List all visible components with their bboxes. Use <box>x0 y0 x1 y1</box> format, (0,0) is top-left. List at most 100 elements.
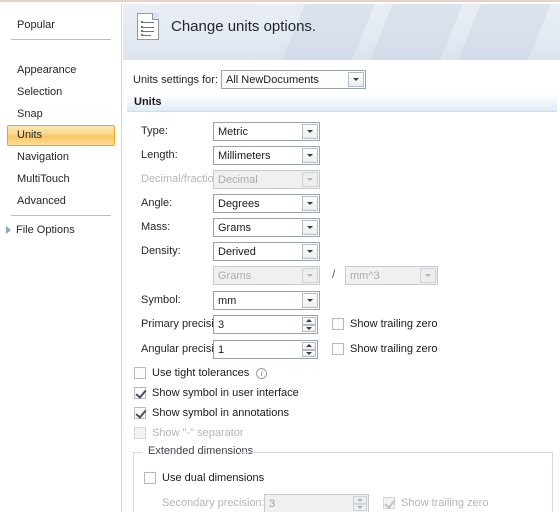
sidebar-item-selection[interactable]: Selection <box>0 81 121 103</box>
page-header: Change units options. <box>123 4 560 60</box>
length-label: Length: <box>141 149 178 161</box>
stepper-up-icon[interactable] <box>302 317 316 325</box>
sidebar-item-popular[interactable]: Popular <box>0 14 121 36</box>
tight-tolerances-checkbox[interactable]: Use tight tolerances i <box>134 367 268 379</box>
checkbox-box[interactable] <box>332 318 344 330</box>
primary-trailing-zero-label: Show trailing zero <box>350 318 438 330</box>
stepper-buttons[interactable] <box>302 342 316 357</box>
length-dropdown[interactable]: Millimeters <box>213 146 320 165</box>
sidebar-item-label: Popular <box>17 19 55 31</box>
chevron-down-icon[interactable] <box>302 220 318 235</box>
angle-label: Angle: <box>141 197 173 209</box>
group-border-line <box>237 452 552 453</box>
sidebar-top-group: Popular Appearance Selection Snap Units … <box>0 4 121 241</box>
density-numerator-value: Grams <box>218 269 251 282</box>
primary-trailing-zero-checkbox[interactable]: Show trailing zero <box>332 318 437 330</box>
density-label: Density: <box>141 245 181 257</box>
extended-dimensions-group: Extended dimensions Use dual dimensions … <box>133 445 553 512</box>
checkbox-box[interactable] <box>332 343 344 355</box>
chevron-down-icon[interactable] <box>302 244 318 259</box>
extended-dimensions-title: Extended dimensions <box>144 445 258 457</box>
density-dropdown[interactable]: Derived <box>213 242 320 261</box>
angular-precision-stepper[interactable]: 1 <box>213 340 318 359</box>
secondary-trailing-zero-label: Show trailing zero <box>401 497 489 509</box>
sidebar-item-label: Units <box>17 129 43 141</box>
chevron-down-icon[interactable] <box>302 293 318 308</box>
checkbox-box[interactable] <box>134 367 146 379</box>
show-symbol-annotations-checkbox[interactable]: Show symbol in annotations <box>134 407 289 419</box>
decimal-fraction-dropdown: Decimal <box>213 170 320 189</box>
stepper-down-icon[interactable] <box>302 324 316 332</box>
secondary-precision-stepper: 3 <box>264 494 369 512</box>
info-circle-icon[interactable]: i <box>256 367 268 379</box>
header-chevron-decor <box>358 4 474 60</box>
primary-precision-value: 3 <box>218 318 225 331</box>
units-settings-for-label: Units settings for: <box>133 73 218 86</box>
document-lines-icon <box>137 13 159 40</box>
sidebar-item-label: Navigation <box>17 151 69 163</box>
type-value: Metric <box>218 125 248 138</box>
stepper-down-icon <box>353 503 367 511</box>
primary-precision-stepper[interactable]: 3 <box>213 315 318 334</box>
secondary-trailing-zero-checkbox: Show trailing zero <box>383 497 488 509</box>
tight-tolerances-label: Use tight tolerances <box>152 367 250 379</box>
checkbox-box <box>134 427 146 439</box>
use-dual-dimensions-label: Use dual dimensions <box>162 472 265 484</box>
sidebar-item-units[interactable]: Units <box>7 125 115 146</box>
chevron-down-icon <box>302 268 318 283</box>
angular-trailing-zero-checkbox[interactable]: Show trailing zero <box>332 343 437 355</box>
chevron-down-icon[interactable] <box>302 148 318 163</box>
symbol-value: mm <box>218 294 237 307</box>
decimal-fraction-label: Decimal/fraction: <box>141 173 223 185</box>
sidebar-item-navigation[interactable]: Navigation <box>0 146 121 168</box>
mass-value: Grams <box>218 221 251 234</box>
checkbox-box[interactable] <box>144 472 156 484</box>
use-dual-dimensions-checkbox[interactable]: Use dual dimensions <box>144 472 264 484</box>
sidebar-item-appearance[interactable]: Appearance <box>0 59 121 81</box>
secondary-precision-value: 3 <box>269 497 276 510</box>
density-value: Derived <box>218 245 256 258</box>
units-settings-for-dropdown[interactable]: All NewDocuments <box>221 70 366 89</box>
stepper-buttons[interactable] <box>302 317 316 332</box>
show-symbol-annotations-label: Show symbol in annotations <box>152 407 289 419</box>
units-settings-for-value: All NewDocuments <box>226 73 319 86</box>
stepper-buttons <box>353 496 367 511</box>
stepper-up-icon[interactable] <box>302 342 316 350</box>
options-content-pane: Units settings for: All NewDocuments Uni… <box>123 60 560 512</box>
stepper-up-icon <box>353 496 367 504</box>
sidebar-divider-top <box>11 39 111 40</box>
sidebar-item-file-options[interactable]: File Options <box>0 219 121 241</box>
chevron-down-icon <box>420 268 436 283</box>
symbol-dropdown[interactable]: mm <box>213 291 320 310</box>
type-dropdown[interactable]: Metric <box>213 122 320 141</box>
density-denominator-value: mm^3 <box>350 269 380 282</box>
sidebar-divider-bottom <box>11 215 111 216</box>
checkbox-box[interactable] <box>134 407 146 419</box>
units-section-title: Units <box>134 96 162 108</box>
units-settings-for-row: Units settings for: All NewDocuments <box>133 70 366 89</box>
sidebar-item-multitouch[interactable]: MultiTouch <box>0 168 121 190</box>
sidebar-item-label: Selection <box>17 86 63 98</box>
chevron-down-icon[interactable] <box>302 196 318 211</box>
options-dialog: Popular Appearance Selection Snap Units … <box>0 0 560 512</box>
length-value: Millimeters <box>218 149 271 162</box>
show-symbol-ui-checkbox[interactable]: Show symbol in user interface <box>134 387 299 399</box>
decimal-fraction-value: Decimal <box>218 173 258 186</box>
sidebar-nav: Popular Appearance Selection Snap Units … <box>0 4 122 512</box>
sidebar-item-snap[interactable]: Snap <box>0 103 121 125</box>
chevron-down-icon[interactable] <box>348 72 364 87</box>
chevron-down-icon[interactable] <box>302 124 318 139</box>
triangle-right-icon <box>6 226 11 234</box>
angle-dropdown[interactable]: Degrees <box>213 194 320 213</box>
units-section-header: Units <box>127 94 557 112</box>
sidebar-item-advanced[interactable]: Advanced <box>0 190 121 212</box>
sidebar-item-label: Advanced <box>17 195 66 207</box>
sidebar-item-label: Appearance <box>17 64 77 76</box>
stepper-down-icon[interactable] <box>302 349 316 357</box>
sidebar-item-label: Snap <box>17 108 43 120</box>
mass-dropdown[interactable]: Grams <box>213 218 320 237</box>
checkbox-box <box>383 497 395 509</box>
checkbox-box[interactable] <box>134 387 146 399</box>
secondary-precision-label: Secondary precision: <box>162 497 265 509</box>
